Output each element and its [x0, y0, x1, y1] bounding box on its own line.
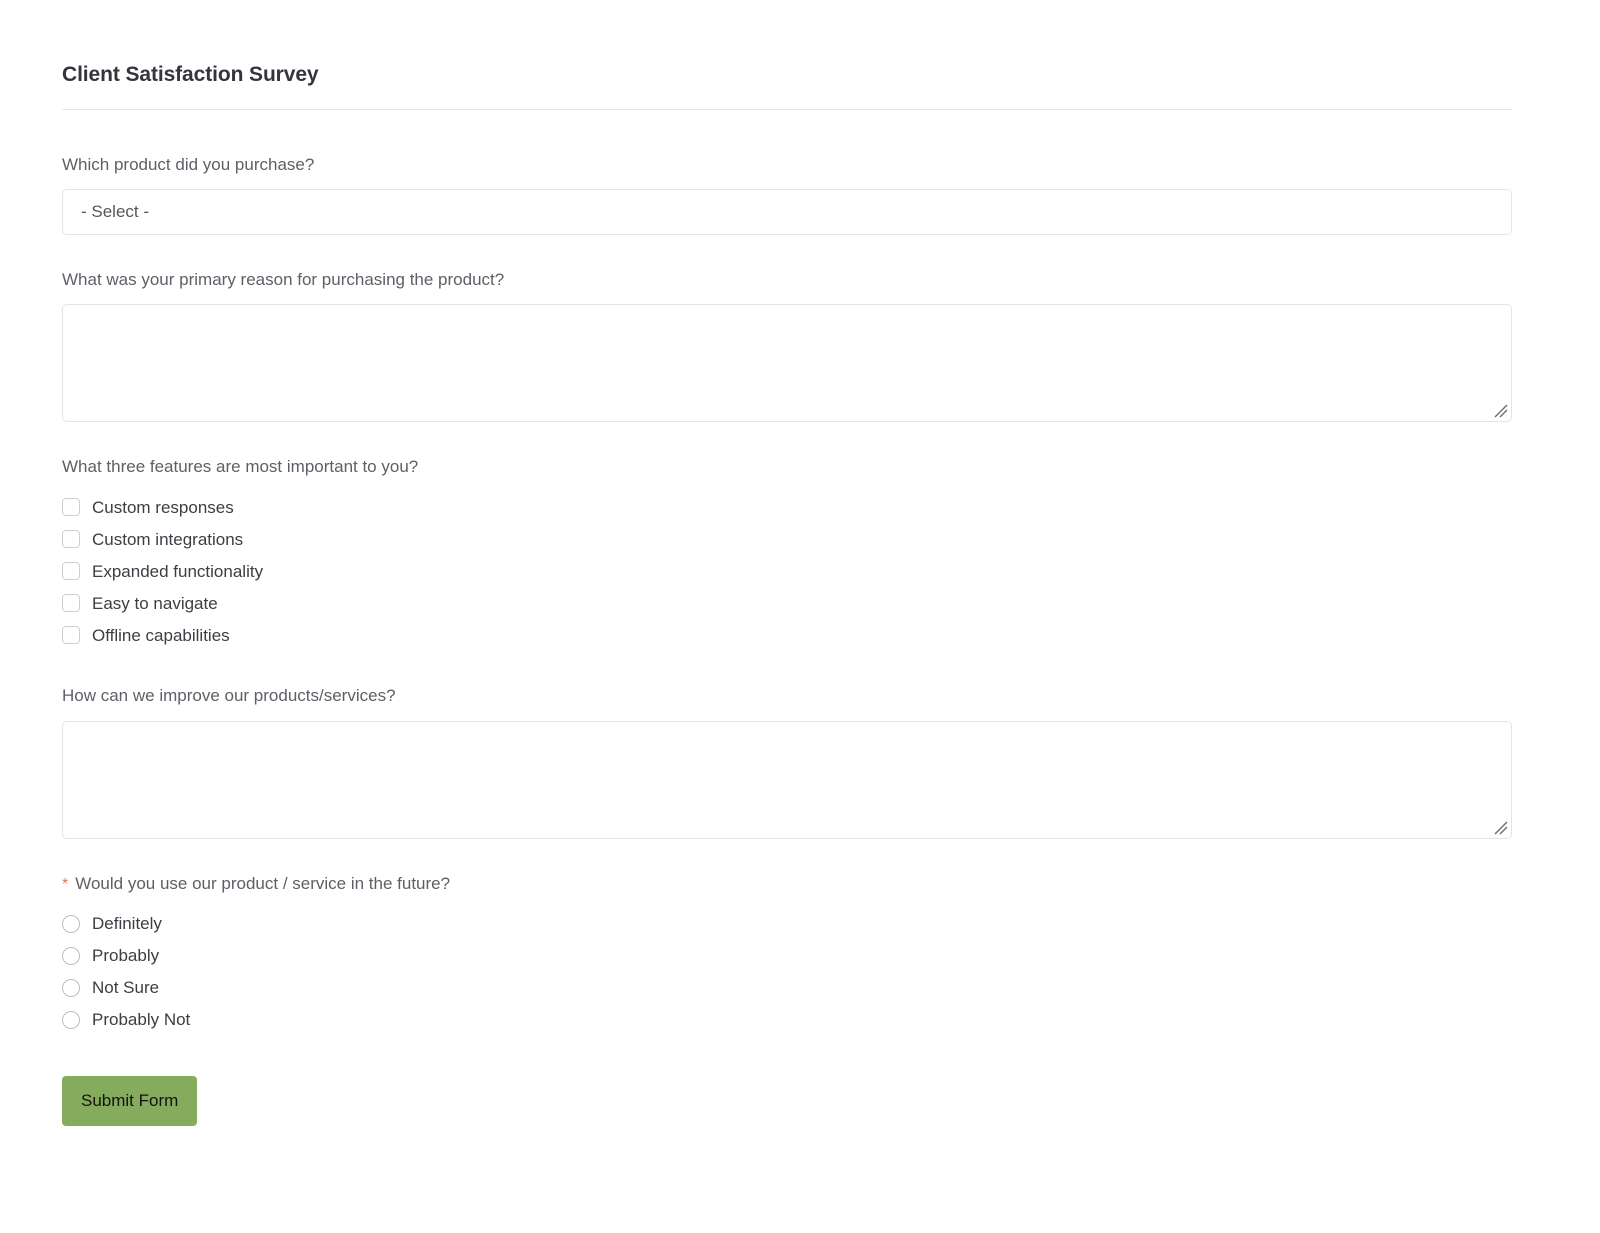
- checkbox-label: Easy to navigate: [92, 593, 218, 613]
- checkbox-row[interactable]: Expanded functionality: [62, 555, 1512, 587]
- checkbox-row[interactable]: Custom responses: [62, 491, 1512, 523]
- label-improve: How can we improve our products/services…: [62, 686, 396, 706]
- radio-icon[interactable]: [62, 946, 80, 965]
- radio-label: Not Sure: [92, 978, 160, 998]
- reason-textarea-wrapper[interactable]: [62, 304, 1512, 423]
- radio-label: Probably: [92, 946, 160, 966]
- product-select-value: - Select -: [81, 202, 150, 222]
- checkbox-label: Custom responses: [92, 497, 234, 517]
- radio-row[interactable]: Probably: [62, 940, 1512, 972]
- product-select[interactable]: - Select -: [62, 189, 1512, 236]
- checkbox-icon[interactable]: [62, 626, 80, 645]
- radio-icon[interactable]: [62, 978, 80, 997]
- checkbox-icon[interactable]: [62, 594, 80, 613]
- field-features: What three features are most important t…: [62, 456, 1512, 651]
- label-features: What three features are most important t…: [62, 457, 419, 477]
- title-divider: [62, 109, 1512, 111]
- required-asterisk: *: [62, 875, 69, 893]
- radio-row[interactable]: Probably Not: [62, 1004, 1512, 1036]
- radio-row[interactable]: Definitely: [62, 908, 1512, 940]
- checkbox-icon[interactable]: [62, 530, 80, 549]
- radio-row[interactable]: Not Sure: [62, 972, 1512, 1004]
- label-reason: What was your primary reason for purchas…: [62, 270, 505, 290]
- checkbox-label: Offline capabilities: [92, 625, 230, 645]
- field-product: Which product did you purchase? - Select…: [62, 154, 1512, 236]
- label-future-use: * Would you use our product / service in …: [62, 873, 1512, 895]
- survey-form: Client Satisfaction Survey Which product…: [62, 62, 1512, 1126]
- field-future-use: * Would you use our product / service in …: [62, 873, 1512, 1036]
- checkbox-label: Custom integrations: [92, 529, 244, 549]
- radio-icon[interactable]: [62, 1010, 80, 1029]
- checkbox-row[interactable]: Easy to navigate: [62, 587, 1512, 619]
- submit-area: Submit Form: [62, 1075, 1512, 1126]
- reason-textarea[interactable]: [63, 305, 1511, 422]
- radio-icon[interactable]: [62, 914, 80, 933]
- field-improve: How can we improve our products/services…: [62, 685, 1512, 839]
- label-product: Which product did you purchase?: [62, 155, 315, 175]
- features-checkbox-group: Custom responses Custom integrations Exp…: [62, 491, 1512, 651]
- checkbox-label: Expanded functionality: [92, 561, 264, 581]
- radio-label: Definitely: [92, 914, 162, 934]
- label-future-use-text: Would you use our product / service in t…: [75, 873, 451, 893]
- checkbox-icon[interactable]: [62, 562, 80, 581]
- radio-label: Probably Not: [92, 1010, 191, 1030]
- page-title: Client Satisfaction Survey: [62, 63, 319, 86]
- checkbox-row[interactable]: Offline capabilities: [62, 619, 1512, 651]
- field-reason: What was your primary reason for purchas…: [62, 269, 1512, 423]
- checkbox-row[interactable]: Custom integrations: [62, 523, 1512, 555]
- improve-textarea-wrapper[interactable]: [62, 720, 1512, 839]
- future-use-radio-group: Definitely Probably Not Sure Probably No…: [62, 908, 1512, 1036]
- submit-form-button[interactable]: Submit Form: [62, 1075, 198, 1126]
- survey-page: Client Satisfaction Survey Which product…: [0, 0, 1600, 1233]
- checkbox-icon[interactable]: [62, 498, 80, 517]
- improve-textarea[interactable]: [63, 721, 1511, 838]
